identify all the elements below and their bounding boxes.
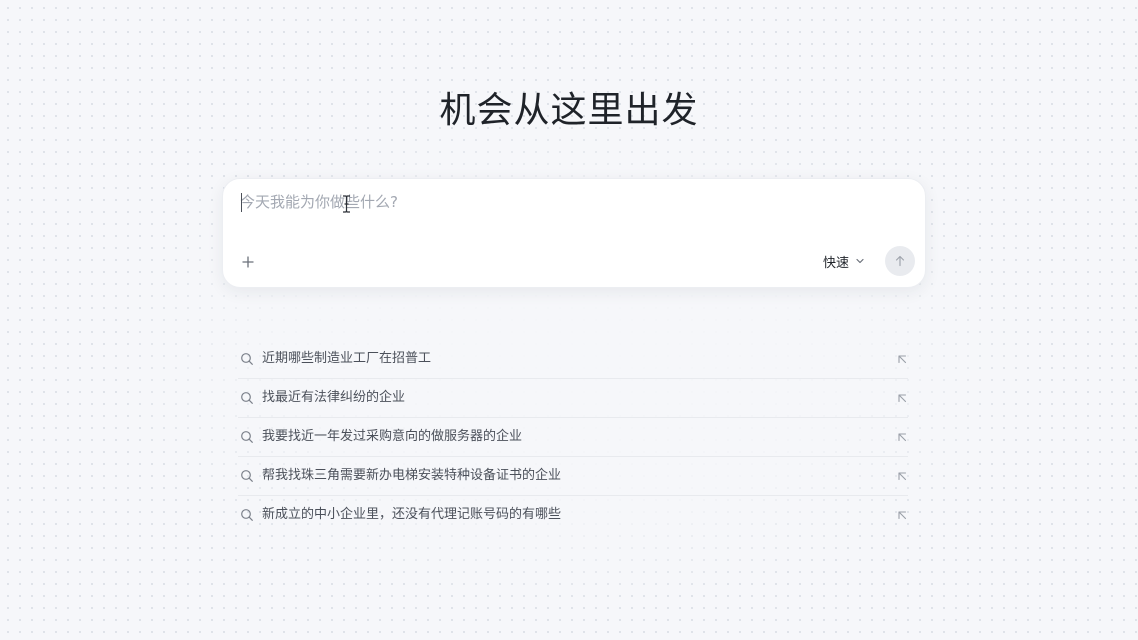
text-cursor-icon [343,195,350,213]
suggestion-item[interactable]: 近期哪些制造业工厂在招普工 [238,340,908,379]
page-title: 机会从这里出发 [439,90,699,131]
send-button[interactable] [885,246,915,276]
arrow-up-left-icon[interactable] [896,431,908,443]
suggestion-item[interactable]: 找最近有法律纠纷的企业 [238,379,908,418]
suggestion-item[interactable]: 新成立的中小企业里，还没有代理记账号码的有哪些 [238,496,908,534]
arrow-up-left-icon[interactable] [896,509,908,521]
text-caret [241,193,242,212]
suggestion-text: 找最近有法律纠纷的企业 [262,390,406,405]
suggestion-text: 我要找近一年发过采购意向的做服务器的企业 [262,429,523,444]
prompt-input[interactable] [240,191,900,221]
plus-icon [242,256,254,268]
search-icon [241,470,253,482]
search-icon [241,431,253,443]
mode-select[interactable]: 快速 [823,249,865,273]
chat-composer: 快速 [222,178,926,288]
search-icon [241,392,253,404]
arrow-up-left-icon[interactable] [896,353,908,365]
arrow-up-icon [895,255,905,267]
search-icon [241,509,253,521]
chevron-down-icon [856,258,864,264]
mode-select-label: 快速 [823,255,850,271]
suggestion-text: 帮我找珠三角需要新办电梯安装特种设备证书的企业 [262,468,562,483]
search-icon [241,353,253,365]
suggestion-text: 新成立的中小企业里，还没有代理记账号码的有哪些 [262,507,562,522]
arrow-up-left-icon[interactable] [896,470,908,482]
suggestion-text: 近期哪些制造业工厂在招普工 [262,351,432,366]
suggestion-item[interactable]: 我要找近一年发过采购意向的做服务器的企业 [238,418,908,457]
add-attachment-button[interactable] [237,251,259,273]
suggestion-item[interactable]: 帮我找珠三角需要新办电梯安装特种设备证书的企业 [238,457,908,496]
arrow-up-left-icon[interactable] [896,392,908,404]
suggestion-list: 近期哪些制造业工厂在招普工 找最近有法律纠纷的企业 我要找近一年发过采购意向的做… [238,340,908,534]
